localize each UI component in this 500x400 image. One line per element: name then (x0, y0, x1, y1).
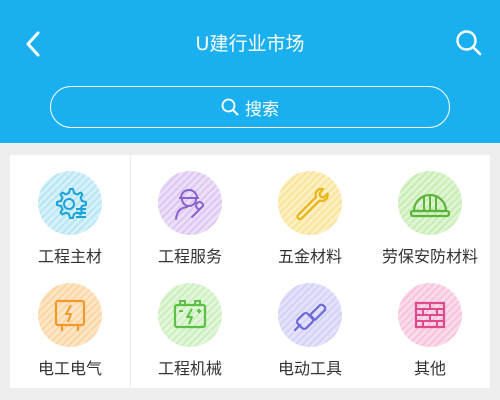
category-electrical[interactable]: 电工电气 (10, 267, 130, 379)
search-input[interactable]: 搜索 (50, 86, 450, 128)
chainsaw-icon (293, 303, 327, 332)
page-title: U建行业市场 (195, 33, 305, 55)
safety-helmet-icon (409, 193, 451, 218)
category-icon-bg (38, 283, 102, 347)
category-safety-materials[interactable]: 劳保安防材料 (370, 155, 490, 267)
worker-wrench-icon (175, 189, 204, 220)
category-label: 工程机械 (157, 359, 222, 378)
category-hardware-materials[interactable]: 五金材料 (250, 155, 370, 267)
category-label: 电工电气 (37, 359, 102, 378)
category-icon-bg (398, 171, 462, 235)
category-icon-bg (398, 283, 462, 347)
category-icon-bg (158, 283, 222, 347)
category-icon-bg (158, 171, 222, 235)
gear-list-icon (56, 188, 87, 219)
category-label: 劳保安防材料 (381, 247, 478, 266)
brick-wall-icon (414, 301, 446, 329)
category-label: 电动工具 (277, 359, 342, 378)
search-icon (456, 30, 482, 56)
search-label: 搜索 (245, 99, 279, 120)
category-icon-bg (278, 283, 342, 347)
category-icon-bg (38, 171, 102, 235)
category-label: 工程服务 (157, 247, 222, 266)
category-other[interactable]: 其他 (370, 267, 490, 379)
wrench-icon (296, 187, 329, 221)
category-label: 其他 (413, 359, 446, 378)
search-icon (221, 98, 239, 116)
header-search-button[interactable] (452, 26, 486, 60)
category-power-tools[interactable]: 电动工具 (250, 267, 370, 379)
category-engineering-services[interactable]: 工程服务 (130, 155, 250, 267)
header-bar: U建行业市场 搜索 (0, 0, 500, 143)
category-label: 工程主材 (37, 247, 102, 266)
category-grid: 工程主材 工程服务 五金材料 劳保安防材料 电工电气 工程机械 电动工具 其他 (10, 155, 490, 388)
category-icon-bg (278, 171, 342, 235)
electrical-panel-icon (54, 299, 86, 331)
battery-icon (173, 300, 207, 329)
category-construction-machinery[interactable]: 工程机械 (130, 267, 250, 379)
category-engineering-materials[interactable]: 工程主材 (10, 155, 130, 267)
category-label: 五金材料 (277, 247, 342, 266)
